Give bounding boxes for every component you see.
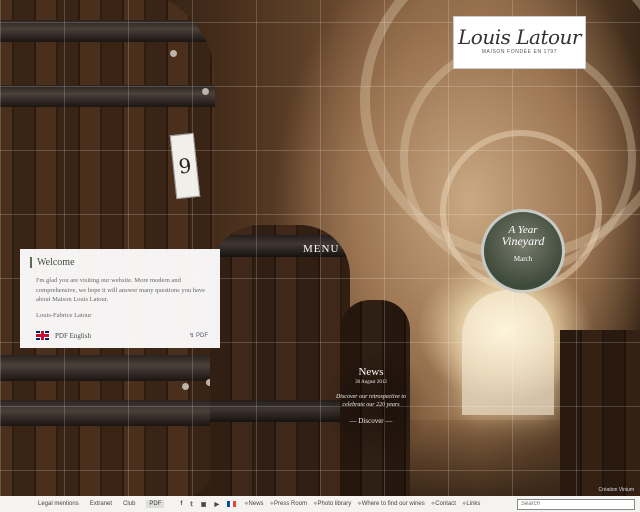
twitter-icon[interactable]: 𝗍: [190, 501, 192, 508]
french-language-flag-icon[interactable]: [227, 501, 237, 507]
barrel-hoop: [0, 85, 215, 107]
footer-link-news[interactable]: News: [244, 501, 264, 507]
news-text: Discover our retrospective to celebrate …: [335, 394, 407, 408]
barrel-rivet: [170, 50, 177, 57]
facebook-icon[interactable]: f: [180, 501, 182, 507]
footer-link-where-to-find[interactable]: Where to find our wines: [357, 501, 425, 507]
legal-mentions-link[interactable]: Legal mentions: [38, 501, 79, 507]
barrel-rivet: [182, 383, 189, 390]
footer-link-contact[interactable]: Contact: [431, 501, 456, 507]
menu-button[interactable]: MENU: [303, 243, 339, 255]
download-icon: ↯: [189, 333, 195, 339]
footer-pdf-button[interactable]: PDF: [146, 500, 165, 508]
vineyard-badge-line2: Vineyard: [501, 234, 545, 248]
club-link[interactable]: Club: [123, 501, 135, 507]
barrel-rivet: [202, 88, 209, 95]
site-credit-link[interactable]: Création Vinium: [599, 487, 634, 493]
foreground-barrel: [0, 0, 215, 496]
search-input[interactable]: [517, 498, 635, 510]
vineyard-badge-month: March: [513, 255, 533, 263]
barrel-hoop: [0, 400, 215, 426]
welcome-panel: Welcome I'm glad you are visiting our we…: [20, 249, 220, 348]
brand-logo[interactable]: Louis Latour MAISON FONDÉE EN 1797: [453, 16, 586, 69]
footer-link-links[interactable]: Links: [462, 501, 480, 507]
instagram-icon[interactable]: ▣: [201, 501, 207, 508]
news-title: News: [358, 366, 384, 378]
logo-wordmark: Louis Latour: [458, 25, 581, 49]
footer-link-photo-library[interactable]: Photo library: [313, 501, 352, 507]
welcome-pdf-row: PDF English ↯ PDF: [36, 331, 208, 340]
uk-flag-icon: [36, 331, 49, 340]
welcome-signature: Louis-Fabrice Latour: [36, 311, 92, 319]
cellar-doorway-light: [462, 290, 554, 415]
welcome-body: I'm glad you are visiting our website. M…: [36, 277, 205, 303]
vineyard-year-badge[interactable]: A Year Vineyard March: [481, 209, 565, 293]
footer-bar: Legal mentions Extranet Club PDF f 𝗍 ▣ ▶…: [0, 496, 640, 512]
barrel-hoop: [0, 355, 215, 381]
midground-barrel: [210, 225, 350, 496]
logo-tagline: MAISON FONDÉE EN 1797: [481, 49, 558, 55]
news-discover-link[interactable]: — Discover —: [326, 417, 416, 425]
barrel-hoop: [0, 20, 215, 42]
footer-link-press-room[interactable]: Press Room: [270, 501, 307, 507]
news-widget: News 30 August 2012 Discover our retrosp…: [326, 366, 416, 425]
background-barrel: [560, 330, 640, 496]
news-date: 30 August 2012: [355, 380, 387, 385]
youtube-icon[interactable]: ▶: [214, 501, 219, 508]
pdf-download-button[interactable]: ↯ PDF: [189, 332, 208, 339]
pdf-english-link[interactable]: PDF English: [55, 332, 91, 340]
extranet-link[interactable]: Extranet: [90, 501, 112, 507]
welcome-title: Welcome: [30, 257, 208, 268]
